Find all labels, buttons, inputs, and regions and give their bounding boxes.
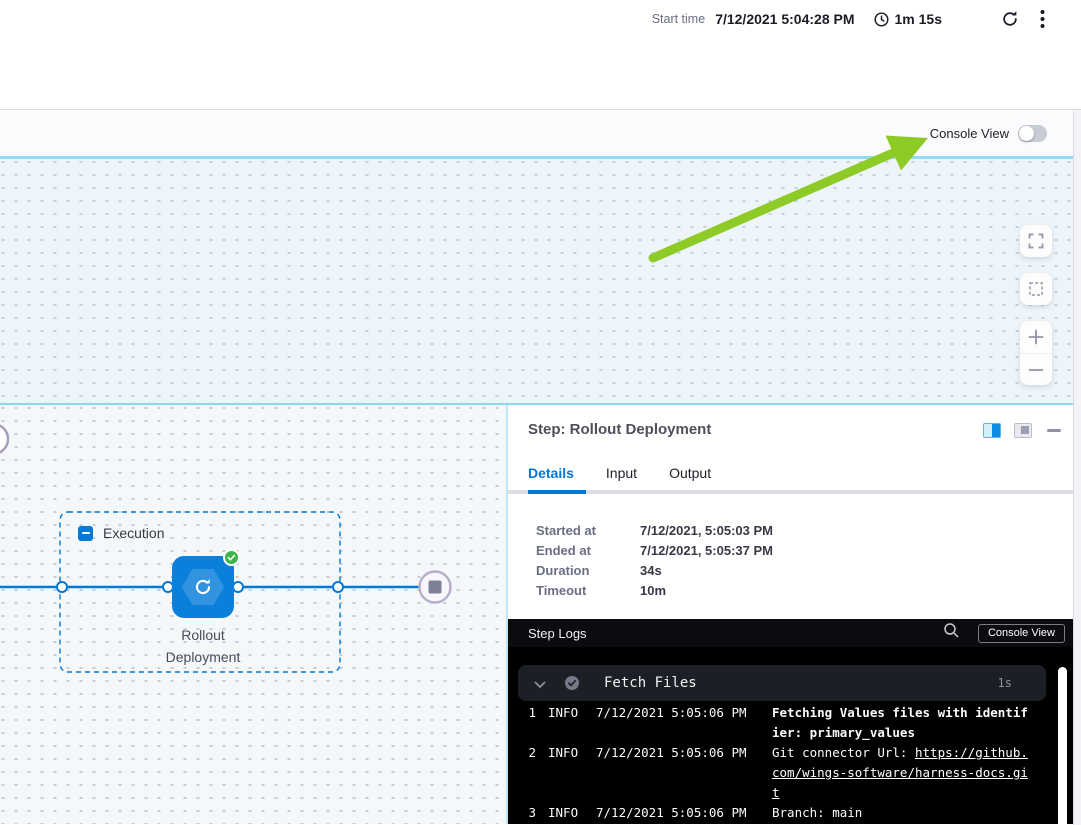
step-details: Started at 7/12/2021, 5:05:03 PM Ended a… [508, 494, 1081, 619]
detail-value: 7/12/2021, 5:05:03 PM [640, 523, 773, 538]
log-message: Fetching Values files with identifier: p… [772, 703, 1028, 743]
console-view-label: Console View [930, 126, 1009, 141]
log-timestamp: 7/12/2021 5:05:06 PM [596, 743, 760, 803]
refresh-icon[interactable] [1000, 9, 1020, 29]
log-level: INFO [548, 803, 584, 823]
split-view-icon[interactable] [983, 423, 1001, 438]
detail-row: Duration 34s [536, 560, 1081, 580]
detail-label: Ended at [536, 543, 640, 558]
right-edge-strip [1073, 110, 1081, 825]
search-icon[interactable] [943, 622, 960, 644]
top-header: Start time 7/12/2021 5:04:28 PM 1m 15s [0, 0, 1081, 110]
log-message: Branch: main [772, 803, 1028, 823]
detail-value: 34s [640, 563, 662, 578]
tab-output[interactable]: Output [669, 465, 711, 486]
detail-label: Duration [536, 563, 640, 578]
node-label: Rollout Deployment [155, 624, 251, 668]
log-line: 1 INFO 7/12/2021 5:05:06 PM Fetching Val… [520, 703, 1081, 743]
log-message-text: Git connector Url: [772, 745, 915, 760]
detail-value: 7/12/2021, 5:05:37 PM [640, 543, 773, 558]
log-line: 2 INFO 7/12/2021 5:05:06 PM Git connecto… [520, 743, 1081, 803]
step-details-panel: Step: Rollout Deployment Details Input O… [508, 405, 1081, 824]
marquee-select-button[interactable] [1020, 273, 1052, 305]
log-line: 3 INFO 7/12/2021 5:05:06 PM Branch: main [520, 803, 1081, 823]
group-name: Execution [103, 525, 164, 541]
success-badge-icon [223, 549, 240, 566]
pipeline-canvas[interactable] [0, 159, 1081, 403]
minimize-panel-icon[interactable] [1047, 429, 1061, 432]
console-view-toggle[interactable] [1018, 125, 1047, 142]
log-timestamp: 7/12/2021 5:05:06 PM [596, 803, 760, 823]
step-logs-bar: Step Logs Console View [508, 619, 1081, 647]
canvas-controls [1020, 225, 1052, 385]
detail-value: 10m [640, 583, 666, 598]
step-success-icon [564, 675, 580, 691]
detail-row: Timeout 10m [536, 580, 1081, 600]
collapse-group-button[interactable] [78, 526, 93, 541]
detail-row: Ended at 7/12/2021, 5:05:37 PM [536, 540, 1081, 560]
execution-group-label: Execution [78, 525, 164, 541]
log-level: INFO [548, 703, 584, 743]
line-number: 1 [520, 703, 536, 743]
detail-label: Timeout [536, 583, 640, 598]
clock-icon [873, 11, 890, 28]
log-timestamp: 7/12/2021 5:05:06 PM [596, 703, 760, 743]
tab-underline [508, 490, 1081, 494]
rollout-deployment-node[interactable] [172, 556, 234, 618]
kebab-menu-icon[interactable] [1040, 9, 1045, 29]
end-node-square [429, 581, 442, 594]
connector-port [57, 582, 67, 592]
log-section-header[interactable]: Fetch Files 1s [518, 665, 1046, 701]
zoom-in-button[interactable] [1020, 321, 1052, 353]
connector-port [233, 582, 243, 592]
elapsed-time: 1m 15s [895, 11, 942, 27]
chevron-down-icon [534, 674, 546, 693]
log-scrollbar[interactable] [1058, 667, 1067, 824]
detail-row: Started at 7/12/2021, 5:05:03 PM [536, 520, 1081, 540]
zoom-out-button[interactable] [1020, 353, 1052, 385]
full-view-icon[interactable] [1014, 423, 1032, 438]
logs-console-view-button[interactable]: Console View [978, 624, 1065, 643]
active-tab-indicator [528, 490, 586, 494]
zoom-buttons [1020, 321, 1052, 385]
tab-details[interactable]: Details [528, 465, 574, 486]
panel-title: Step: Rollout Deployment [528, 421, 711, 438]
fullscreen-button[interactable] [1020, 225, 1052, 257]
execution-toolbar: Console View [0, 110, 1081, 156]
step-graph-canvas[interactable]: Execution Rollout Deployment [0, 405, 508, 824]
line-number: 3 [520, 803, 536, 823]
log-viewer: Fetch Files 1s 1 INFO 7/12/2021 5:05:06 … [508, 647, 1081, 824]
line-number: 2 [520, 743, 536, 803]
detail-label: Started at [536, 523, 640, 538]
partial-node[interactable] [0, 424, 8, 454]
connector-port [333, 582, 343, 592]
log-level: INFO [548, 743, 584, 803]
toggle-knob [1019, 126, 1034, 141]
panel-tabs: Details Input Output [508, 465, 1081, 486]
log-message: Git connector Url: https://github.com/wi… [772, 743, 1028, 803]
log-lines: 1 INFO 7/12/2021 5:05:06 PM Fetching Val… [508, 703, 1081, 823]
step-logs-title: Step Logs [528, 626, 587, 641]
tab-input[interactable]: Input [606, 465, 637, 486]
start-time-value: 7/12/2021 5:04:28 PM [715, 11, 854, 27]
log-section-name: Fetch Files [604, 675, 697, 691]
step-hexagon [182, 569, 224, 605]
rollout-icon [192, 576, 214, 598]
log-section-duration: 1s [998, 676, 1012, 690]
start-time-label: Start time [652, 12, 706, 26]
